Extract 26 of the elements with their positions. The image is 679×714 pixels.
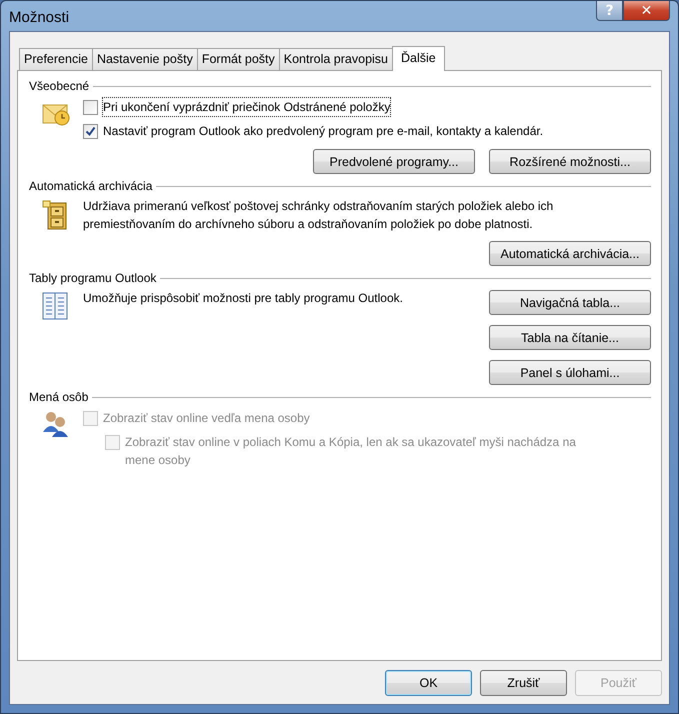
section-title: Všeobecné (29, 79, 90, 93)
tab[interactable]: Kontrola pravopisu (278, 48, 393, 70)
people-icon (41, 410, 71, 438)
checkbox[interactable] (83, 100, 98, 115)
option-button[interactable]: Automatická archivácia... (489, 241, 651, 266)
section-title: Mená osôb (29, 390, 88, 404)
option-button[interactable]: Tabla na čítanie... (489, 325, 651, 350)
checkbox[interactable] (83, 124, 98, 139)
close-button[interactable]: ✕ (623, 1, 670, 21)
window-title: Možnosti (9, 8, 70, 26)
option-button[interactable]: Navigačná tabla... (489, 290, 651, 315)
checkbox-label[interactable]: Nastaviť program Outlook ako predvolený program pre e-mail, kontakty a kalendár. (102, 121, 544, 141)
section-title: Automatická archivácia (29, 179, 152, 193)
tab[interactable]: Ďalšie (392, 46, 445, 71)
section-title: Tably programu Outlook (29, 271, 156, 285)
tab[interactable]: Nastavenie pošty (92, 48, 198, 70)
tab[interactable]: Preferencie (19, 48, 93, 70)
option-button[interactable]: Panel s úlohami... (489, 360, 651, 385)
checkbox-label[interactable]: Pri ukončení vyprázdniť priečinok Odstránené položky (102, 97, 392, 117)
dialog-button[interactable]: Zrušiť (480, 670, 567, 696)
dialog-button[interactable]: OK (385, 670, 472, 696)
option-button[interactable]: Predvolené programy... (313, 149, 475, 174)
tab[interactable]: Formát pošty (196, 48, 280, 70)
description-text: Umožňuje prispôsobiť možnosti pre tably programu Outlook. (83, 290, 403, 307)
description-text: Udržiava primeranú veľkosť poštovej schránky odstraňovaním starých položiek alebo ich premiestňovaním do archívneho súboru a odstraňovaním položiek po dobe platnosti. (83, 198, 554, 233)
option-button[interactable]: Rozšírené možnosti... (489, 149, 651, 174)
